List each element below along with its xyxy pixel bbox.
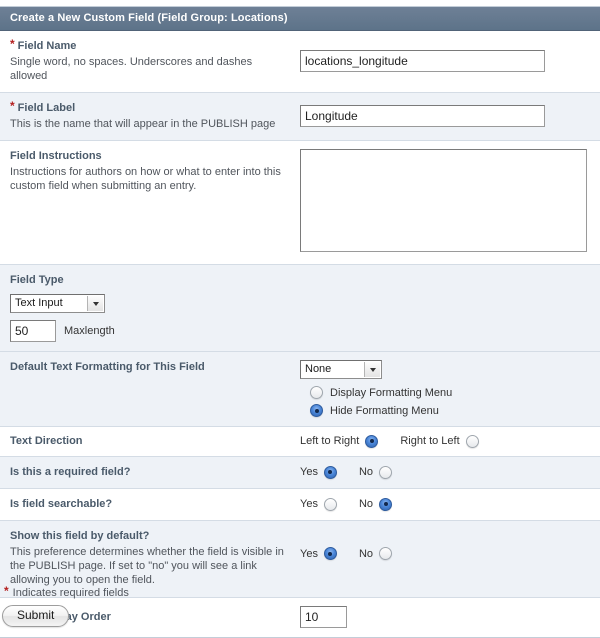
show-by-default-option-no[interactable]: No — [358, 547, 393, 560]
field-instructions-label-col: Field Instructions Instructions for auth… — [10, 149, 300, 193]
show-by-default-label: Show this field by default? — [10, 530, 150, 542]
default-formatting-label-col: Default Text Formatting for This Field — [10, 360, 300, 374]
text-direction-option-ltr-label: Left to Right — [300, 435, 360, 447]
searchable-label: Is field searchable? — [10, 498, 113, 510]
field-label-label-col: * Field Label This is the name that will … — [10, 99, 300, 131]
required-asterisk-icon: * — [4, 584, 9, 598]
chevron-down-icon — [364, 362, 380, 377]
row-text-direction: Text Direction Left to Right Right to Le… — [0, 427, 600, 457]
searchable-radio-group: Yes No — [300, 497, 590, 511]
required-fields-note: * Indicates required fields — [2, 584, 600, 600]
required-field-control-col: Yes No — [300, 465, 590, 479]
field-instructions-textarea[interactable] — [300, 149, 587, 252]
searchable-control-col: Yes No — [300, 497, 590, 511]
text-direction-label-col: Text Direction — [10, 434, 300, 448]
default-formatting-control-col: None Display Formatting Menu Hide Format… — [300, 360, 590, 417]
field-label-input[interactable] — [300, 105, 545, 127]
radio-icon[interactable] — [310, 404, 323, 417]
required-fields-note-text: Indicates required fields — [12, 587, 129, 599]
maxlength-label: Maxlength — [64, 325, 115, 337]
chevron-down-icon — [87, 296, 103, 311]
show-by-default-radio-group: Yes No — [300, 547, 590, 560]
formatting-menu-option-hide-label: Hide Formatting Menu — [330, 404, 439, 417]
field-type-maxlength-line: Maxlength — [10, 320, 582, 342]
formatting-menu-option-display[interactable]: Display Formatting Menu — [310, 386, 590, 399]
formatting-menu-option-display-label: Display Formatting Menu — [330, 386, 453, 399]
row-required-field: Is this a required field? Yes No — [0, 457, 600, 489]
maxlength-input[interactable] — [10, 320, 56, 342]
default-formatting-label: Default Text Formatting for This Field — [10, 361, 205, 373]
required-field-option-no[interactable]: No — [358, 465, 393, 479]
row-field-instructions: Field Instructions Instructions for auth… — [0, 141, 600, 265]
field-label-description: This is the name that will appear in the… — [10, 118, 276, 130]
radio-icon[interactable] — [379, 465, 393, 479]
radio-icon[interactable] — [379, 547, 393, 560]
searchable-label-col: Is field searchable? — [10, 497, 300, 511]
text-direction-control-col: Left to Right Right to Left — [300, 434, 590, 448]
field-instructions-control-col — [300, 149, 590, 255]
field-label-control-col — [300, 105, 590, 127]
field-name-input[interactable] — [300, 50, 545, 72]
field-name-label: * Field Name — [10, 37, 77, 52]
radio-icon[interactable] — [379, 497, 393, 511]
row-field-label: * Field Label This is the name that will … — [0, 93, 600, 141]
show-by-default-option-yes[interactable]: Yes — [300, 547, 337, 560]
custom-field-form-panel: Create a New Custom Field (Field Group: … — [0, 6, 600, 638]
required-field-option-no-label: No — [358, 466, 374, 478]
radio-icon[interactable] — [323, 497, 337, 511]
searchable-option-yes-label: Yes — [300, 498, 318, 510]
required-field-label: Is this a required field? — [10, 466, 131, 478]
required-field-option-yes[interactable]: Yes — [300, 465, 337, 479]
searchable-option-yes[interactable]: Yes — [300, 497, 337, 511]
radio-icon[interactable] — [323, 547, 337, 560]
field-type-select[interactable]: Text Input — [10, 294, 105, 313]
row-field-type: Field Type Text Input Maxlength — [0, 265, 600, 352]
required-field-label-col: Is this a required field? — [10, 465, 300, 479]
required-asterisk-icon: * — [10, 99, 15, 113]
field-instructions-label: Field Instructions — [10, 150, 102, 162]
row-default-formatting: Default Text Formatting for This Field N… — [0, 352, 600, 427]
radio-icon[interactable] — [310, 386, 323, 399]
required-field-radio-group: Yes No — [300, 465, 590, 479]
row-searchable: Is field searchable? Yes No — [0, 489, 600, 521]
text-direction-label: Text Direction — [10, 435, 83, 447]
row-field-name: * Field Name Single word, no spaces. Unde… — [0, 31, 600, 93]
show-by-default-label-col: Show this field by default? This prefere… — [10, 529, 300, 587]
searchable-option-no-label: No — [358, 498, 374, 510]
text-direction-option-rtl-label: Right to Left — [400, 435, 460, 447]
text-direction-radio-group: Left to Right Right to Left — [300, 434, 590, 448]
required-asterisk-icon: * — [10, 37, 15, 51]
text-direction-option-ltr[interactable]: Left to Right — [300, 434, 379, 448]
searchable-option-no[interactable]: No — [358, 497, 393, 511]
text-direction-option-rtl[interactable]: Right to Left — [400, 434, 479, 448]
field-name-description: Single word, no spaces. Underscores and … — [10, 56, 253, 82]
radio-icon[interactable] — [465, 434, 479, 448]
show-by-default-option-yes-label: Yes — [300, 547, 318, 560]
field-name-label-col: * Field Name Single word, no spaces. Unde… — [10, 37, 300, 83]
show-by-default-option-no-label: No — [358, 547, 374, 560]
field-label-label: * Field Label — [10, 99, 76, 114]
radio-icon[interactable] — [323, 465, 337, 479]
radio-icon[interactable] — [365, 434, 379, 448]
custom-field-form-page: Create a New Custom Field (Field Group: … — [0, 0, 600, 638]
submit-button[interactable]: Submit — [2, 605, 70, 627]
field-type-label: Field Type — [10, 274, 64, 286]
formatting-menu-radio-group: Display Formatting Menu Hide Formatting … — [310, 386, 590, 417]
panel-title: Create a New Custom Field (Field Group: … — [10, 12, 288, 24]
show-by-default-control-col: Yes No — [300, 529, 590, 560]
field-type-select-line: Text Input — [10, 294, 582, 313]
field-name-control-col — [300, 50, 590, 72]
field-instructions-description: Instructions for authors on how or what … — [10, 166, 281, 192]
required-field-option-yes-label: Yes — [300, 466, 318, 478]
formatting-menu-option-hide[interactable]: Hide Formatting Menu — [310, 404, 590, 417]
field-type-label-col: Field Type Text Input Maxlength — [10, 273, 590, 342]
panel-title-bar: Create a New Custom Field (Field Group: … — [0, 7, 600, 31]
default-formatting-select[interactable]: None — [300, 360, 382, 379]
